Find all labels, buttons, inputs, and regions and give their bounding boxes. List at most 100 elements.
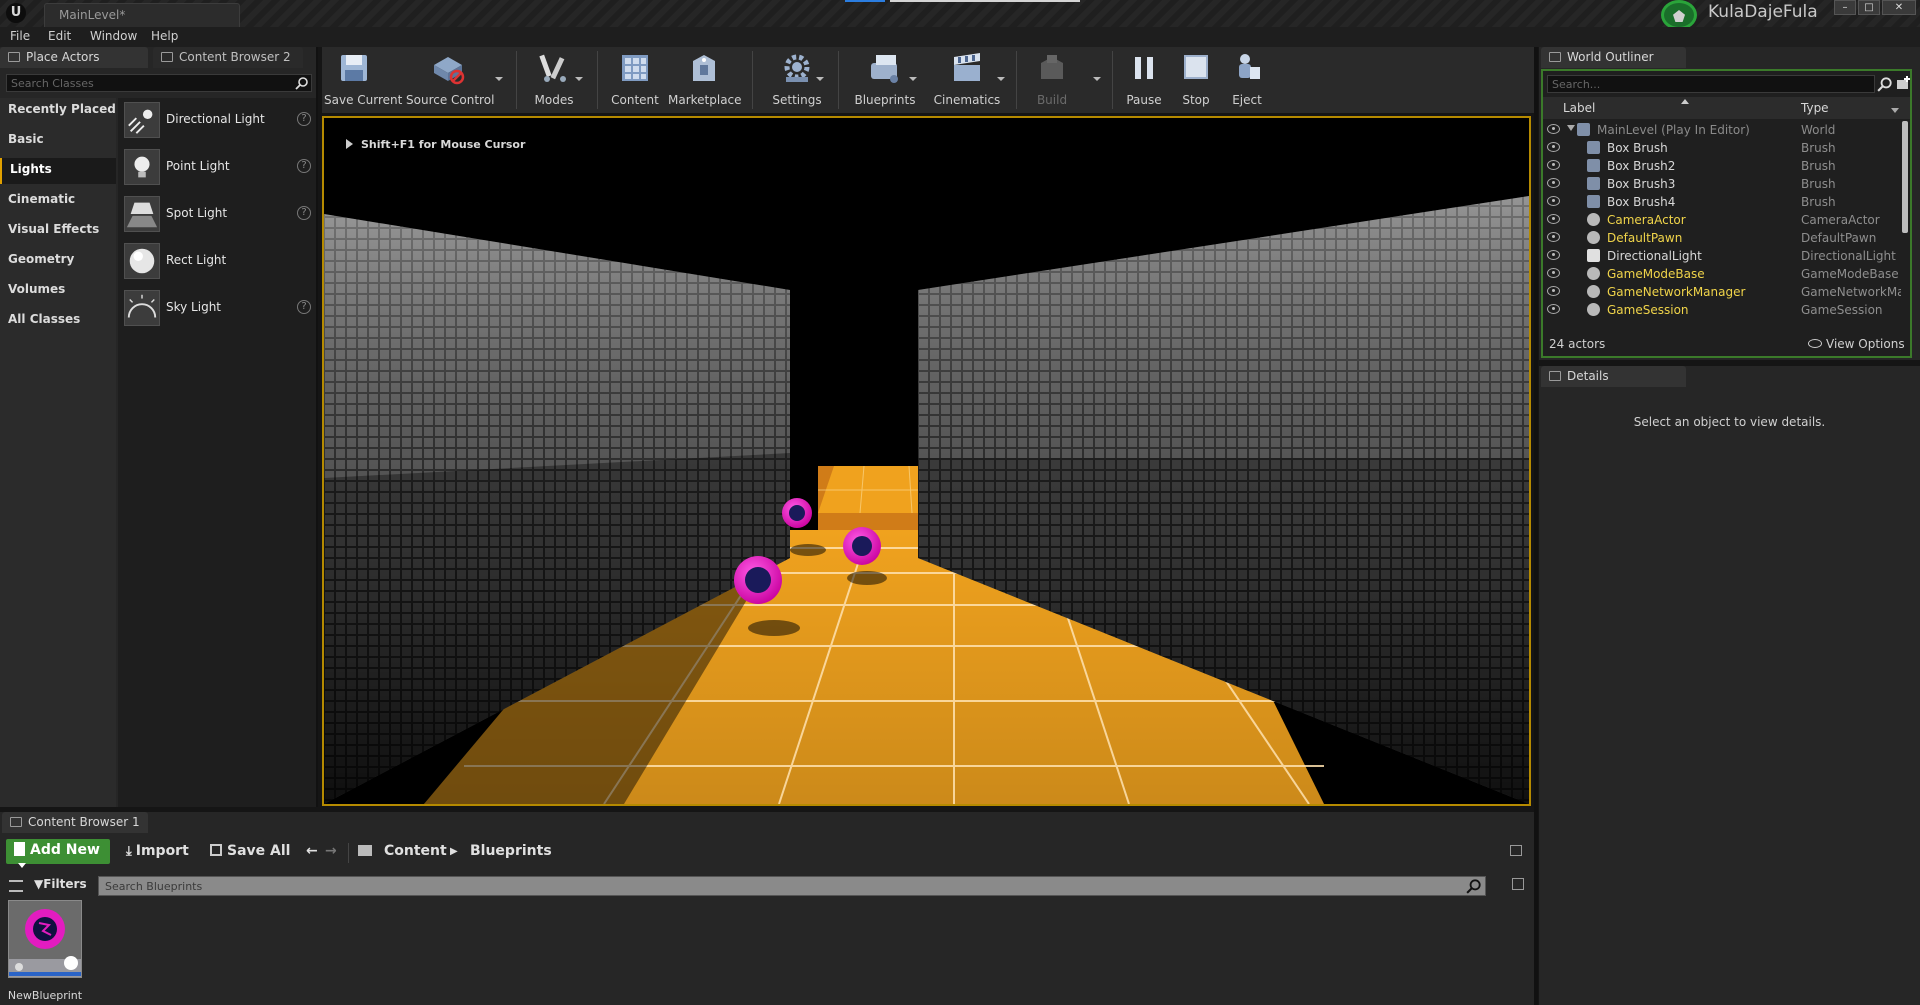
source-control-dropdown-icon[interactable]: [495, 77, 503, 81]
marketplace-button[interactable]: Marketplace: [668, 51, 742, 111]
minimize-button[interactable]: –: [1834, 0, 1856, 15]
outliner-row[interactable]: MainLevel (Play In Editor) World: [1543, 121, 1901, 139]
modes-button[interactable]: Modes: [529, 51, 579, 111]
visibility-eye-icon[interactable]: [1547, 286, 1560, 296]
tab-place-actors[interactable]: Place Actors: [0, 47, 148, 68]
back-button[interactable]: ←: [306, 843, 318, 859]
outliner-row[interactable]: GameSession GameSession: [1543, 301, 1901, 319]
outliner-row[interactable]: CameraActor CameraActor: [1543, 211, 1901, 229]
visibility-eye-icon[interactable]: [1547, 124, 1560, 134]
help-icon[interactable]: ?: [297, 206, 311, 220]
search-blueprints-input[interactable]: Search Blueprints: [98, 876, 1486, 896]
create-folder-icon[interactable]: [1895, 75, 1911, 91]
forward-button[interactable]: →: [325, 843, 337, 859]
help-icon[interactable]: ?: [297, 159, 311, 173]
tab-details[interactable]: Details: [1541, 366, 1686, 387]
panel-divider[interactable]: [1534, 47, 1538, 1005]
unreal-logo-icon[interactable]: U: [6, 3, 26, 23]
visibility-eye-icon[interactable]: [1547, 232, 1560, 242]
outliner-row[interactable]: DefaultPawn DefaultPawn: [1543, 229, 1901, 247]
sources-toggle-icon[interactable]: [9, 880, 23, 892]
visibility-eye-icon[interactable]: [1547, 142, 1560, 152]
modes-label: Modes: [534, 93, 574, 107]
panel-divider[interactable]: [316, 47, 318, 807]
category-lights[interactable]: Lights: [0, 158, 116, 184]
save-all-button[interactable]: Save All: [210, 843, 290, 859]
category-visual-effects[interactable]: Visual Effects: [0, 218, 116, 244]
visibility-eye-icon[interactable]: [1547, 196, 1560, 206]
column-label[interactable]: Label: [1563, 101, 1595, 115]
outliner-row[interactable]: DirectionalLight DirectionalLight: [1543, 247, 1901, 265]
path-segment-content[interactable]: Content: [384, 843, 447, 859]
visibility-eye-icon[interactable]: [1547, 268, 1560, 278]
import-button[interactable]: ⤓ Import: [126, 843, 189, 859]
column-dropdown-icon[interactable]: [1891, 108, 1899, 113]
path-segment-blueprints[interactable]: Blueprints: [470, 843, 552, 859]
tab-content-browser-2[interactable]: Content Browser 2: [153, 47, 303, 68]
actor-item-point-light[interactable]: Point Light ?: [124, 147, 314, 187]
settings-button[interactable]: Settings: [762, 51, 832, 111]
outliner-row[interactable]: Box Brush Brush: [1543, 139, 1901, 157]
point-light-icon: [124, 149, 160, 185]
save-search-icon[interactable]: [1512, 878, 1524, 890]
cinematics-button[interactable]: Cinematics: [930, 51, 1004, 111]
visibility-eye-icon[interactable]: [1547, 178, 1560, 188]
document-tab[interactable]: MainLevel*: [44, 3, 240, 27]
actor-item-spot-light[interactable]: Spot Light ?: [124, 194, 314, 234]
outliner-row[interactable]: GameNetworkManager GameNetworkMar: [1543, 283, 1901, 301]
category-basic[interactable]: Basic: [0, 128, 116, 154]
view-options-button[interactable]: View Options: [1808, 337, 1905, 351]
search-icon: [1466, 879, 1481, 894]
category-recently-placed[interactable]: Recently Placed: [0, 98, 116, 124]
build-dropdown-icon[interactable]: [1093, 77, 1101, 81]
add-new-button[interactable]: Add New: [6, 839, 110, 868]
content-button[interactable]: Content: [610, 51, 660, 111]
lock-icon[interactable]: [1510, 845, 1522, 856]
menu-edit[interactable]: Edit: [48, 29, 71, 43]
close-window-button[interactable]: ✕: [1882, 0, 1916, 15]
menu-file[interactable]: File: [10, 29, 30, 43]
outliner-search-input[interactable]: Search...: [1547, 75, 1875, 93]
help-icon[interactable]: ?: [297, 112, 311, 126]
build-button[interactable]: Build: [1030, 51, 1074, 111]
modes-dropdown-icon[interactable]: [575, 77, 583, 81]
outliner-scrollbar[interactable]: [1902, 121, 1908, 233]
blueprints-button[interactable]: Blueprints: [850, 51, 920, 111]
menu-help[interactable]: Help: [151, 29, 178, 43]
pause-button[interactable]: Pause: [1122, 51, 1166, 111]
category-geometry[interactable]: Geometry: [0, 248, 116, 274]
column-type[interactable]: Type: [1801, 101, 1829, 115]
outliner-row[interactable]: Box Brush2 Brush: [1543, 157, 1901, 175]
actor-item-directional-light[interactable]: Directional Light ?: [124, 100, 314, 140]
visibility-eye-icon[interactable]: [1547, 160, 1560, 170]
cinematics-dropdown-icon[interactable]: [997, 77, 1005, 81]
outliner-row[interactable]: Box Brush3 Brush: [1543, 175, 1901, 193]
outliner-row[interactable]: Box Brush4 Brush: [1543, 193, 1901, 211]
visibility-eye-icon[interactable]: [1547, 214, 1560, 224]
tab-world-outliner[interactable]: World Outliner: [1541, 47, 1686, 68]
stop-button[interactable]: Stop: [1174, 51, 1218, 111]
level-viewport[interactable]: Shift+F1 for Mouse Cursor: [322, 116, 1531, 806]
visibility-eye-icon[interactable]: [1547, 250, 1560, 260]
eject-button[interactable]: Eject: [1225, 51, 1269, 111]
source-control-button[interactable]: Source Control: [406, 51, 494, 111]
maximize-button[interactable]: □: [1858, 0, 1880, 15]
outliner-row[interactable]: GameModeBase GameModeBase: [1543, 265, 1901, 283]
tab-content-browser-1[interactable]: Content Browser 1: [2, 812, 148, 833]
expand-arrow-icon[interactable]: [1567, 125, 1575, 131]
filters-button[interactable]: ▼Filters: [34, 877, 87, 891]
category-cinematic[interactable]: Cinematic: [0, 188, 116, 214]
blueprints-dropdown-icon[interactable]: [909, 77, 917, 81]
game-scene[interactable]: [324, 118, 1529, 804]
actor-item-rect-light[interactable]: Rect Light: [124, 241, 314, 281]
asset-tile[interactable]: [8, 900, 82, 978]
actor-item-sky-light[interactable]: Sky Light ?: [124, 288, 314, 328]
search-classes-input[interactable]: Search Classes: [6, 74, 312, 92]
category-volumes[interactable]: Volumes: [0, 278, 116, 304]
category-all-classes[interactable]: All Classes: [0, 308, 116, 334]
settings-dropdown-icon[interactable]: [816, 77, 824, 81]
menu-window[interactable]: Window: [90, 29, 137, 43]
visibility-eye-icon[interactable]: [1547, 304, 1560, 314]
help-icon[interactable]: ?: [297, 300, 311, 314]
save-current-button[interactable]: Save Current: [324, 51, 402, 111]
